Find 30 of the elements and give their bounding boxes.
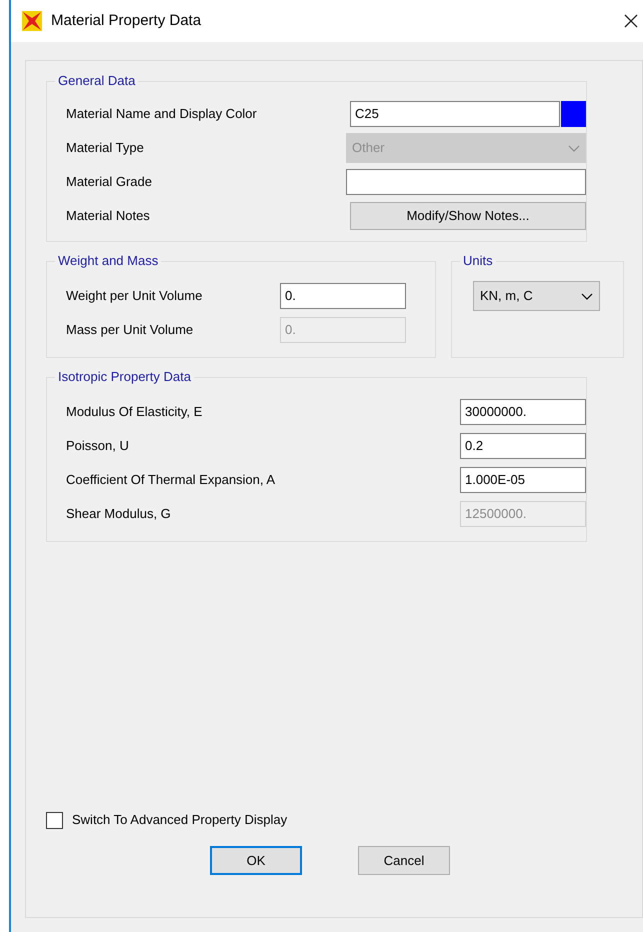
group-title: Weight and Mass	[55, 253, 162, 269]
field-label: Poisson, U	[66, 437, 129, 456]
field-label: Material Notes	[66, 207, 150, 226]
group-title: Isotropic Property Data	[55, 369, 194, 385]
caret-icon	[568, 144, 580, 152]
field-label: Mass per Unit Volume	[66, 321, 194, 340]
close-icon[interactable]	[623, 13, 639, 29]
checkbox-label: Switch To Advanced Property Display	[72, 811, 288, 830]
input-field[interactable]: 30000000.	[460, 399, 586, 425]
input-field[interactable]: C25	[350, 101, 560, 127]
field-label: Material Grade	[66, 173, 152, 192]
notes-button[interactable]: Modify/Show Notes...	[350, 202, 586, 230]
color-swatch[interactable]	[561, 101, 586, 127]
input-field[interactable]	[346, 169, 586, 195]
input-field[interactable]: 1.000E-05	[460, 467, 586, 493]
field-label: Weight per Unit Volume	[66, 287, 202, 306]
dialog-button[interactable]: OK	[210, 846, 302, 875]
app-logo-icon	[21, 10, 43, 32]
field-label: Material Type	[66, 139, 144, 158]
input-field[interactable]: 0.2	[460, 433, 586, 459]
caret-icon	[581, 292, 593, 300]
dialog-button[interactable]: Cancel	[358, 846, 450, 875]
input-field[interactable]: 0.	[280, 283, 406, 309]
field-label: Coefficient Of Thermal Expansion, A	[66, 471, 276, 490]
checkbox[interactable]	[46, 812, 63, 828]
units-dropdown[interactable]: KN, m, C	[473, 281, 600, 311]
field-label: Material Name and Display Color	[66, 105, 257, 124]
field-label: Modulus Of Elasticity, E	[66, 403, 202, 422]
window-title: Material Property Data	[51, 10, 202, 31]
field-label: Shear Modulus, G	[66, 505, 171, 524]
